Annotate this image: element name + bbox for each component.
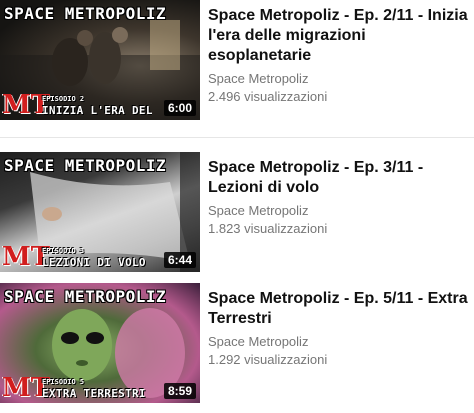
view-count: 1.823 visualizzazioni	[208, 221, 328, 236]
view-count: 1.292 visualizzazioni	[208, 352, 328, 367]
view-count: 2.496 visualizzazioni	[208, 89, 328, 104]
divider	[0, 137, 474, 138]
duration-badge: 6:44	[163, 252, 196, 268]
episode-number: EPISODIO 3	[42, 247, 85, 255]
video-list: SPACE METROPOLIZ MT EPISODIO 2 INIZIA L'…	[0, 0, 474, 413]
episode-number: EPISODIO 5	[42, 378, 85, 386]
video-meta: Space Metropoliz - Ep. 5/11 - Extra Terr…	[208, 283, 468, 405]
episode-number: EPISODIO 2	[42, 95, 85, 103]
duration-badge: 8:59	[163, 383, 196, 399]
video-meta: Space Metropoliz - Ep. 3/11 - Lezioni di…	[208, 152, 468, 274]
video-item[interactable]: SPACE METROPOLIZ MT EPISODIO 5 EXTRA TER…	[0, 283, 474, 405]
thumbnail-episode-caption: EPISODIO 5 EXTRA TERRESTRI	[42, 378, 152, 400]
channel-name[interactable]: Space Metropoliz	[208, 333, 468, 351]
video-item[interactable]: SPACE METROPOLIZ MT EPISODIO 3 LEZIONI D…	[0, 152, 474, 274]
thumbnail-episode-caption: EPISODIO 2 INIZIA L'ERA DELLE MIGRAZIONI…	[42, 95, 152, 117]
video-thumbnail[interactable]: SPACE METROPOLIZ MT EPISODIO 3 LEZIONI D…	[0, 152, 200, 272]
channel-name[interactable]: Space Metropoliz	[208, 70, 468, 88]
video-item[interactable]: SPACE METROPOLIZ MT EPISODIO 2 INIZIA L'…	[0, 0, 474, 122]
channel-name[interactable]: Space Metropoliz	[208, 202, 468, 220]
video-thumbnail[interactable]: SPACE METROPOLIZ MT EPISODIO 2 INIZIA L'…	[0, 0, 200, 120]
video-meta: Space Metropoliz - Ep. 2/11 - Inizia l'e…	[208, 0, 468, 122]
video-title[interactable]: Space Metropoliz - Ep. 3/11 - Lezioni di…	[208, 158, 468, 198]
thumbnail-brand-text: SPACE METROPOLIZ	[4, 4, 167, 23]
thumbnail-episode-caption: EPISODIO 3 LEZIONI DI VOLO	[42, 247, 152, 269]
video-title[interactable]: Space Metropoliz - Ep. 5/11 - Extra Terr…	[208, 289, 468, 329]
episode-caption: INIZIA L'ERA DELLE MIGRAZIONI ESOPLANETA…	[42, 105, 152, 116]
episode-caption: EXTRA TERRESTRI	[42, 388, 146, 399]
video-thumbnail[interactable]: SPACE METROPOLIZ MT EPISODIO 5 EXTRA TER…	[0, 283, 200, 403]
duration-badge: 6:00	[163, 100, 196, 116]
thumbnail-brand-text: SPACE METROPOLIZ	[4, 156, 167, 175]
thumbnail-brand-text: SPACE METROPOLIZ	[4, 287, 167, 306]
video-title[interactable]: Space Metropoliz - Ep. 2/11 - Inizia l'e…	[208, 6, 468, 66]
episode-caption: LEZIONI DI VOLO	[42, 257, 146, 268]
